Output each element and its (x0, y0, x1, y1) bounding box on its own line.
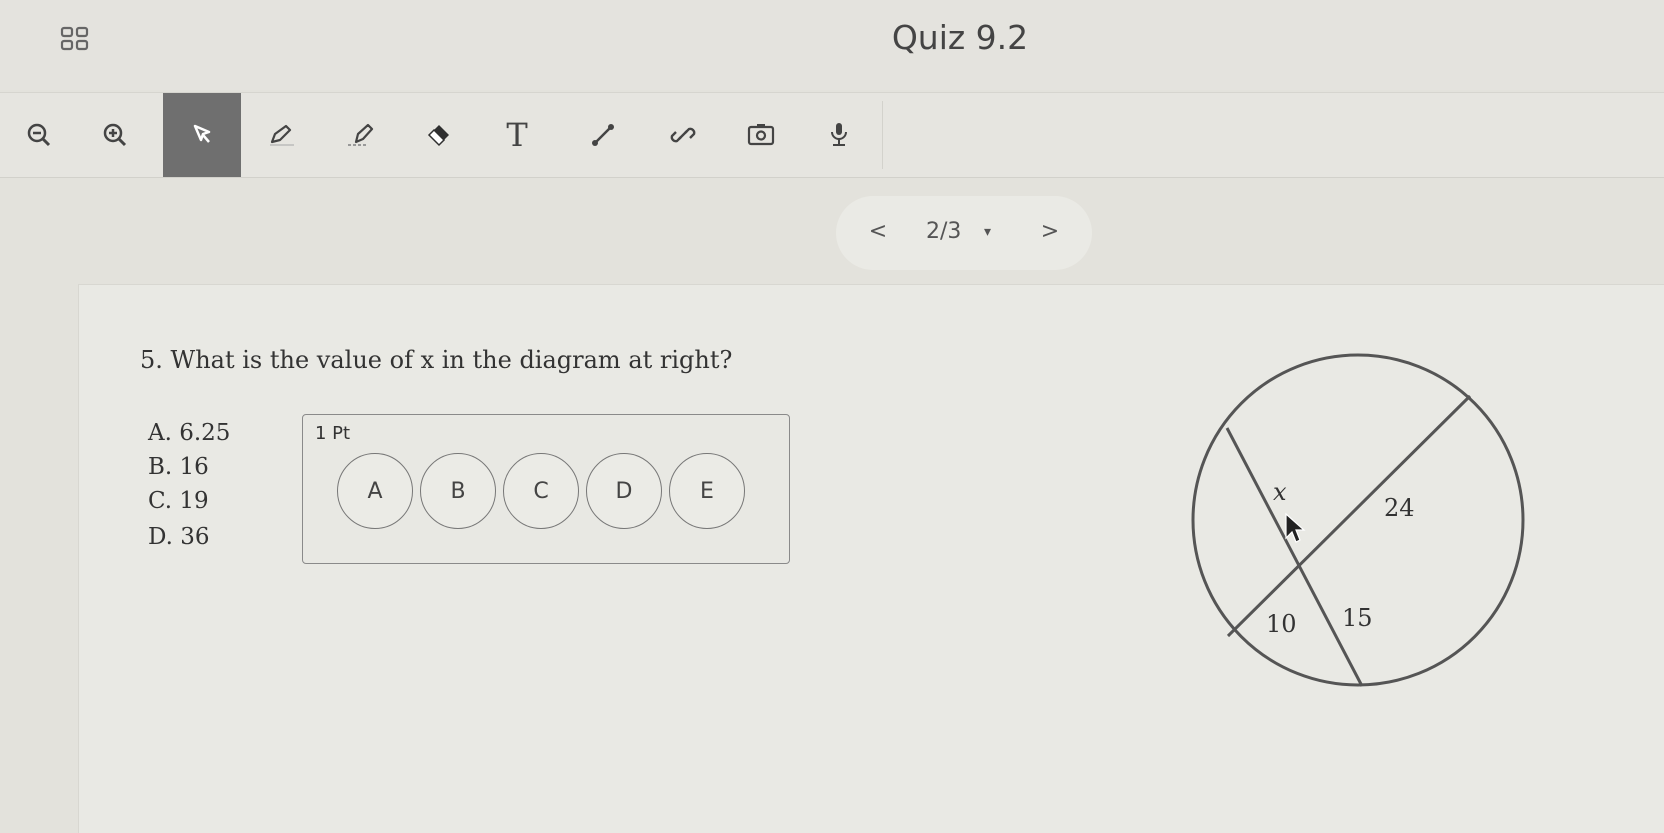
select-tool-button[interactable] (163, 93, 241, 177)
zoom-in-icon (103, 123, 127, 147)
points-label: 1 Pt (315, 423, 351, 444)
label-15: 15 (1342, 604, 1373, 632)
page-title: Quiz 9.2 (891, 18, 1029, 57)
microphone-icon (831, 123, 847, 146)
chord-one (1225, 427, 1364, 687)
line-tool-button[interactable] (564, 93, 642, 177)
zoom-out-icon (27, 123, 51, 147)
answer-bubble-a[interactable]: A (337, 453, 413, 529)
highlighter-tool-button[interactable] (322, 93, 400, 177)
page-navigator: < 2/3 ▾ > (836, 196, 1092, 270)
text-icon: T (506, 116, 528, 154)
link-icon (670, 127, 696, 143)
previous-page-button[interactable]: < (860, 214, 896, 250)
page-indicator[interactable]: 2/3 (926, 214, 961, 250)
microphone-tool-button[interactable] (800, 93, 878, 177)
annotation-toolbar: T (0, 92, 1664, 178)
answer-bubble-c[interactable]: C (503, 453, 579, 529)
label-x: x (1273, 478, 1287, 506)
eraser-tool-button[interactable] (400, 93, 478, 177)
circle (1191, 353, 1525, 687)
top-bar: Quiz 9.2 (0, 0, 1664, 90)
pen-tool-button[interactable] (242, 93, 320, 177)
line-icon (592, 124, 614, 146)
choice-c: C. 19 (148, 488, 209, 514)
zoom-in-button[interactable] (76, 93, 154, 177)
zoom-out-button[interactable] (0, 93, 78, 177)
highlighter-icon (348, 123, 374, 146)
answer-bubble-b[interactable]: B (420, 453, 496, 529)
chevron-down-icon[interactable]: ▾ (984, 214, 991, 250)
toolbar-divider (882, 101, 883, 169)
question-text: 5. What is the value of x in the diagram… (140, 346, 733, 374)
next-page-button[interactable]: > (1032, 214, 1068, 250)
camera-tool-button[interactable] (722, 93, 800, 177)
answer-bubble-e[interactable]: E (669, 453, 745, 529)
text-tool-button[interactable]: T (478, 93, 556, 177)
choice-b: B. 16 (148, 454, 209, 480)
eraser-icon (427, 125, 449, 147)
camera-icon (747, 124, 775, 146)
choice-a: A. 6.25 (148, 420, 231, 446)
chord-diagram: x 24 10 15 (1191, 353, 1525, 687)
choice-d: D. 36 (148, 524, 210, 550)
pointer-icon (193, 124, 211, 143)
answer-box: 1 Pt A B C D E (302, 414, 790, 564)
grid-icon[interactable] (60, 26, 90, 52)
label-10: 10 (1266, 610, 1297, 638)
chord-two (1226, 394, 1472, 638)
answer-bubble-d[interactable]: D (586, 453, 662, 529)
pen-icon (270, 124, 294, 146)
mouse-cursor-icon (1285, 512, 1306, 543)
link-tool-button[interactable] (644, 93, 722, 177)
label-24: 24 (1384, 494, 1415, 522)
